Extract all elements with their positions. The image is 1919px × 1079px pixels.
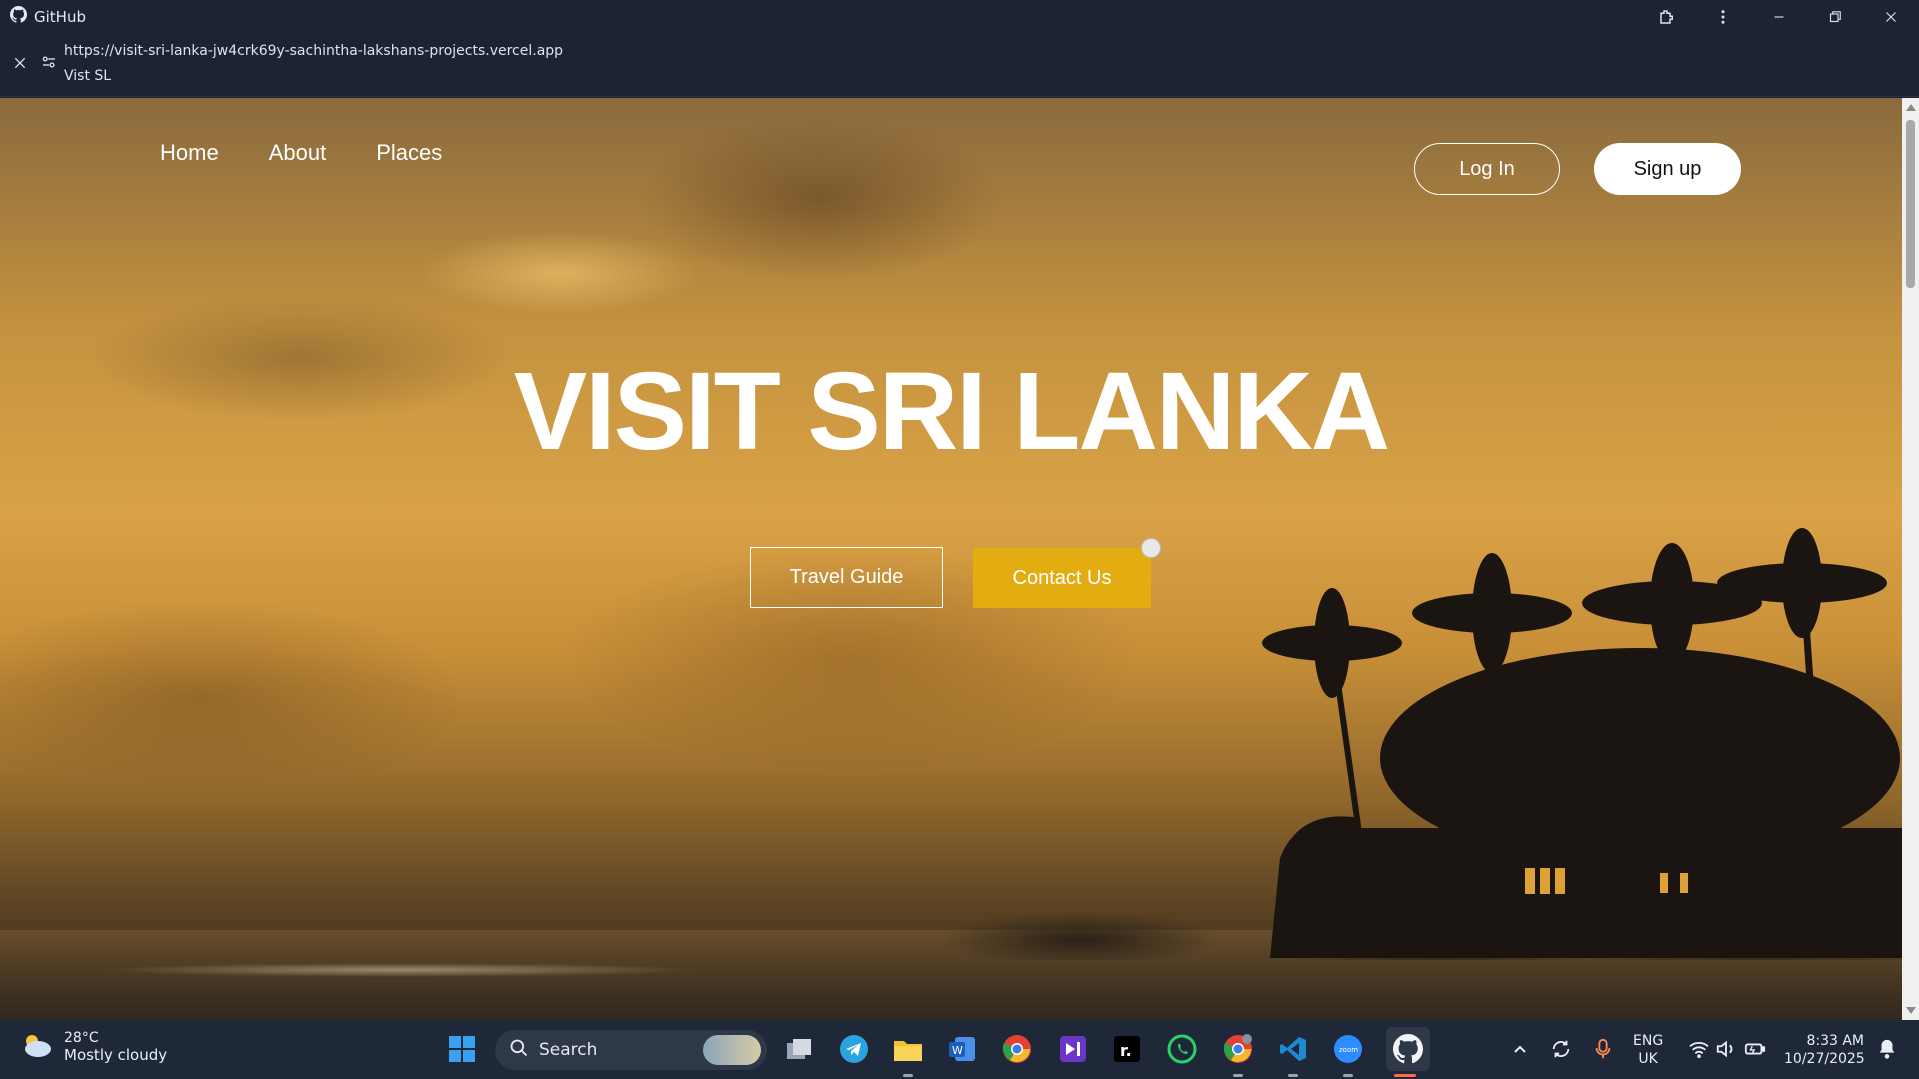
chrome-profile-icon[interactable]: [1221, 1032, 1255, 1066]
page-scrollbar[interactable]: [1902, 98, 1919, 1020]
telegram-icon[interactable]: [837, 1032, 871, 1066]
app-title-area: GitHub: [10, 6, 86, 27]
search-highlight-icon: [703, 1035, 761, 1065]
app-title: GitHub: [34, 7, 86, 26]
task-view-icon[interactable]: [782, 1032, 816, 1066]
language-code: ENG: [1633, 1033, 1664, 1049]
notification-bell-icon[interactable]: [1872, 1032, 1902, 1066]
svg-text:r.: r.: [1120, 1041, 1132, 1060]
zoom-running-indicator: [1343, 1074, 1353, 1077]
chrome-running-indicator: [1233, 1074, 1243, 1077]
cloud-icon: [20, 1031, 54, 1063]
r-app-icon[interactable]: r.: [1110, 1032, 1144, 1066]
restore-button[interactable]: [1807, 0, 1863, 33]
windows-start-icon[interactable]: [445, 1032, 479, 1066]
visual-studio-icon[interactable]: [1056, 1032, 1090, 1066]
taskbar-search[interactable]: Search: [495, 1030, 767, 1070]
main-nav: Home About Places: [160, 140, 442, 166]
whatsapp-icon[interactable]: [1165, 1032, 1199, 1066]
volume-icon[interactable]: [1711, 1032, 1741, 1066]
travel-guide-button[interactable]: Travel Guide: [750, 547, 943, 608]
palm-trees-silhouette: [1262, 528, 1902, 958]
search-icon: [509, 1038, 529, 1062]
windows-taskbar: 28°C Mostly cloudy Search W r. zoom ENG …: [0, 1020, 1919, 1079]
sync-icon[interactable]: [1546, 1032, 1576, 1066]
weather-temp: 28°C: [64, 1030, 99, 1046]
word-icon[interactable]: W: [945, 1032, 979, 1066]
chrome-icon[interactable]: [1000, 1032, 1034, 1066]
file-explorer-icon[interactable]: [891, 1032, 925, 1066]
chevron-up-icon[interactable]: [1505, 1032, 1535, 1066]
scrollbar-thumb[interactable]: [1906, 120, 1915, 288]
contact-us-button[interactable]: Contact Us: [973, 548, 1151, 608]
wave-foam: [0, 960, 900, 980]
microphone-icon[interactable]: [1588, 1032, 1618, 1066]
weather-widget[interactable]: 28°C Mostly cloudy: [20, 1030, 167, 1064]
url-text[interactable]: https://visit-sri-lanka-jw4crk69y-sachin…: [64, 43, 563, 59]
hero-section: Home About Places Log In Sign up VISIT S…: [0, 98, 1902, 1020]
scroll-up-arrow-icon[interactable]: [1906, 104, 1916, 111]
window-titlebar: GitHub: [0, 0, 1919, 33]
scroll-down-arrow-icon[interactable]: [1906, 1007, 1916, 1014]
page-title: Vist SL: [64, 68, 112, 84]
file-explorer-running-indicator: [903, 1074, 913, 1077]
signup-button[interactable]: Sign up: [1594, 143, 1741, 195]
svg-text:W: W: [952, 1044, 963, 1057]
close-icon[interactable]: [10, 53, 30, 73]
language-indicator[interactable]: ENG UK: [1633, 1032, 1663, 1068]
clock[interactable]: 8:33 AM 10/27/2025: [1784, 1032, 1865, 1068]
clock-date: 10/27/2025: [1784, 1051, 1865, 1067]
weather-condition: Mostly cloudy: [64, 1046, 168, 1064]
region-code: UK: [1638, 1051, 1658, 1067]
zoom-icon[interactable]: zoom: [1331, 1032, 1365, 1066]
nav-about-link[interactable]: About: [269, 140, 327, 166]
close-button[interactable]: [1863, 0, 1919, 33]
clock-time: 8:33 AM: [1806, 1033, 1864, 1049]
hero-title: VISIT SRI LANKA: [513, 350, 1391, 473]
wifi-icon[interactable]: [1684, 1032, 1714, 1066]
minimize-button[interactable]: [1751, 0, 1807, 33]
login-button[interactable]: Log In: [1414, 143, 1560, 195]
svg-text:zoom: zoom: [1339, 1046, 1358, 1054]
address-bar: https://visit-sri-lanka-jw4crk69y-sachin…: [0, 33, 1919, 97]
battery-icon[interactable]: [1740, 1032, 1770, 1066]
search-label: Search: [539, 1040, 598, 1060]
nav-places-link[interactable]: Places: [376, 140, 442, 166]
site-settings-icon[interactable]: [40, 53, 60, 73]
github-icon: [10, 6, 27, 27]
vscode-icon[interactable]: [1276, 1032, 1310, 1066]
more-options-icon[interactable]: [1695, 0, 1751, 33]
vscode-running-indicator: [1288, 1074, 1298, 1077]
github-desktop-active-indicator: [1394, 1074, 1416, 1077]
nav-home-link[interactable]: Home: [160, 140, 219, 166]
extensions-icon[interactable]: [1639, 0, 1695, 33]
github-desktop-icon[interactable]: [1386, 1027, 1430, 1071]
cursor-indicator: [1141, 538, 1161, 558]
